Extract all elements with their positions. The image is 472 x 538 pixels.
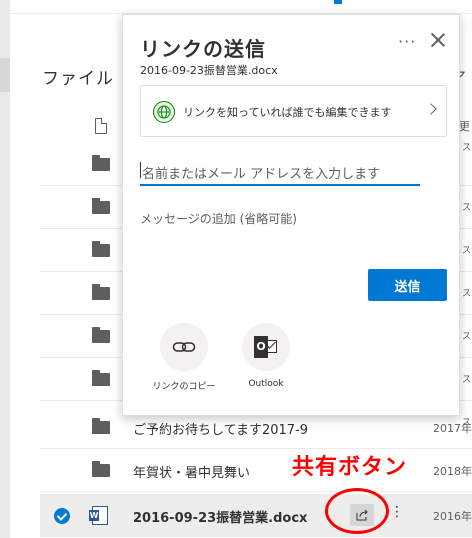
- file-name[interactable]: 2016-09-23振替営業.docx: [133, 507, 307, 526]
- copy-link-label: リンクのコピー: [152, 382, 216, 392]
- truncated-cell: ス: [462, 289, 472, 299]
- nav-selected-marker[interactable]: [0, 58, 10, 92]
- folder-icon: [92, 198, 110, 214]
- share-link-dialog: リンクの送信 ··· 2016-09-23振替営業.docx リンクを知っていれ…: [122, 14, 460, 416]
- outlook-option[interactable]: O Outlook: [231, 323, 301, 389]
- recipient-input[interactable]: 名前またはメール アドレスを入力します: [140, 158, 420, 186]
- send-button[interactable]: 送信: [368, 269, 447, 301]
- folder-icon: [92, 155, 110, 171]
- truncated-cell: ス: [462, 143, 472, 153]
- truncated-cell: ス: [462, 418, 472, 428]
- link-icon: [172, 342, 196, 352]
- modified-column-header[interactable]: 更: [459, 118, 470, 134]
- text-caret: [140, 162, 141, 178]
- top-bar: [10, 0, 472, 14]
- page-title: ファイル: [42, 69, 114, 89]
- shared-file-name: 2016-09-23振替営業.docx: [140, 64, 278, 77]
- app-window: ファイル ア 更: [0, 0, 472, 538]
- folder-icon: [92, 284, 110, 300]
- link-settings-button[interactable]: リンクを知っていれば誰でも編集できます: [140, 85, 447, 137]
- folder-icon: [92, 461, 110, 477]
- truncated-cell: ス: [462, 203, 472, 213]
- annotation-circle: [325, 488, 389, 534]
- selected-file-row[interactable]: 2016-09-23振替営業.docx ⋮ 2016年: [40, 494, 472, 537]
- folder-icon: [92, 241, 110, 257]
- annotation-label: 共有ボタン: [292, 455, 408, 480]
- folder-icon: [92, 418, 110, 434]
- folder-date: 2018年: [433, 465, 472, 478]
- top-bar-accent: [334, 0, 342, 4]
- outlook-icon: O: [254, 336, 278, 358]
- copy-link-button[interactable]: [160, 323, 208, 371]
- chevron-right-icon: [425, 103, 437, 115]
- copy-link-option[interactable]: リンクのコピー: [149, 323, 219, 392]
- outlook-button[interactable]: O: [242, 323, 290, 371]
- folder-name[interactable]: 年賀状・暑中見舞い: [133, 462, 250, 481]
- row-checkmark-icon[interactable]: [54, 508, 70, 524]
- message-placeholder: メッセージの追加 (省略可能): [140, 212, 297, 226]
- left-nav-gutter: [0, 0, 10, 538]
- file-date: 2016年: [433, 510, 472, 523]
- right-edge-column: ス ス ス ス ス ス ス: [460, 140, 472, 430]
- file-type-column-icon[interactable]: [95, 118, 107, 134]
- folder-row[interactable]: 年賀状・暑中見舞い 2018年: [40, 449, 472, 492]
- truncated-cell: ス: [462, 246, 472, 256]
- more-icon[interactable]: ···: [398, 32, 416, 51]
- truncated-cell: ス: [462, 375, 472, 385]
- folder-icon: [92, 370, 110, 386]
- folder-name[interactable]: ご予約お待ちしてます2017-9: [133, 419, 308, 438]
- globe-icon: [153, 101, 175, 123]
- message-input[interactable]: メッセージの追加 (省略可能): [140, 210, 430, 265]
- dialog-title: リンクの送信: [140, 37, 266, 61]
- recipient-placeholder: 名前またはメール アドレスを入力します: [142, 167, 381, 182]
- close-icon[interactable]: [429, 31, 447, 49]
- more-options-icon[interactable]: ⋮: [390, 504, 404, 520]
- word-document-icon: [89, 506, 108, 525]
- truncated-cell: ス: [462, 332, 472, 342]
- link-permission-text: リンクを知っていれば誰でも編集できます: [183, 106, 392, 119]
- folder-icon: [92, 327, 110, 343]
- outlook-label: Outlook: [248, 379, 284, 389]
